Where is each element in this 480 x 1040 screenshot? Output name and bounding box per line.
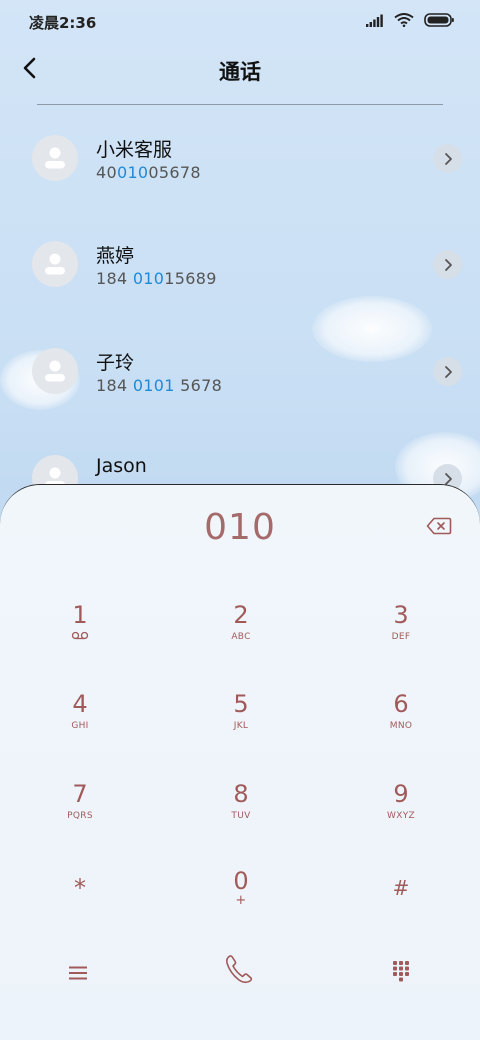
key-3[interactable]: 3 DEF bbox=[341, 601, 461, 671]
call-button[interactable] bbox=[220, 949, 260, 989]
contact-item[interactable]: 子玲 184 0101 5678 bbox=[0, 348, 480, 438]
key-8[interactable]: 8 TUV bbox=[181, 780, 301, 850]
battery-icon bbox=[424, 12, 454, 31]
signal-icon bbox=[366, 12, 384, 31]
wifi-icon bbox=[394, 12, 414, 31]
key-star[interactable]: * bbox=[20, 874, 140, 944]
avatar bbox=[32, 348, 78, 394]
backspace-button[interactable] bbox=[426, 517, 452, 535]
page-title: 通话 bbox=[219, 60, 261, 84]
contact-name: 燕婷 bbox=[96, 245, 135, 267]
key-2[interactable]: 2 ABC bbox=[181, 601, 301, 671]
match-highlight: 010 bbox=[132, 269, 165, 288]
key-6[interactable]: 6 MNO bbox=[341, 690, 461, 760]
contact-item[interactable]: 小米客服 4001005678 bbox=[0, 135, 480, 225]
contact-name: 小米客服 bbox=[96, 139, 173, 161]
key-5[interactable]: 5 JKL bbox=[181, 690, 301, 760]
keypad-icon bbox=[393, 961, 409, 982]
avatar bbox=[32, 135, 78, 181]
header-divider bbox=[37, 104, 443, 105]
chevron-right-icon bbox=[444, 258, 452, 271]
header: 通话 bbox=[0, 48, 480, 94]
contact-number: 4001005678 bbox=[96, 163, 201, 182]
key-4[interactable]: 4 GHI bbox=[20, 690, 140, 760]
person-icon bbox=[45, 360, 65, 382]
contact-number: 184 0101 5678 bbox=[96, 376, 223, 395]
phone-icon bbox=[226, 955, 253, 984]
key-7[interactable]: 7 PQRS bbox=[20, 780, 140, 850]
person-icon bbox=[45, 253, 65, 275]
status-icons bbox=[366, 12, 454, 31]
contact-item[interactable]: 燕婷 184 01015689 bbox=[0, 241, 480, 331]
key-1[interactable]: 1 bbox=[20, 601, 140, 671]
contact-number: 184 01015689 bbox=[96, 269, 217, 288]
key-hash[interactable]: # bbox=[341, 874, 461, 944]
key-0[interactable]: 0 + bbox=[181, 867, 301, 937]
contact-detail-button[interactable] bbox=[433, 250, 462, 279]
key-9[interactable]: 9 WXYZ bbox=[341, 780, 461, 850]
match-highlight: 0101 bbox=[132, 376, 175, 395]
dialed-number: 010 bbox=[204, 507, 276, 548]
chevron-right-icon bbox=[444, 365, 452, 378]
status-bar: 凌晨2:36 bbox=[0, 0, 480, 44]
keypad-toggle-button[interactable] bbox=[381, 951, 421, 991]
dialpad-action-bar bbox=[0, 955, 480, 1015]
avatar bbox=[32, 241, 78, 287]
backspace-icon bbox=[426, 517, 452, 535]
chevron-right-icon bbox=[444, 152, 452, 165]
contact-detail-button[interactable] bbox=[433, 357, 462, 386]
dialpad-sheet: 010 1 2 ABC 3 DEF 4 GHI 5 JKL 6 MNO 7 PQ… bbox=[0, 484, 480, 1040]
menu-button[interactable] bbox=[58, 953, 98, 993]
person-icon bbox=[45, 147, 65, 169]
status-time: 凌晨2:36 bbox=[29, 14, 97, 32]
contact-name: 子玲 bbox=[96, 352, 135, 374]
menu-icon bbox=[69, 966, 87, 980]
voicemail-icon bbox=[71, 631, 89, 640]
contact-detail-button[interactable] bbox=[433, 144, 462, 173]
match-highlight: 010 bbox=[116, 163, 149, 182]
contact-name: Jason bbox=[96, 455, 147, 477]
